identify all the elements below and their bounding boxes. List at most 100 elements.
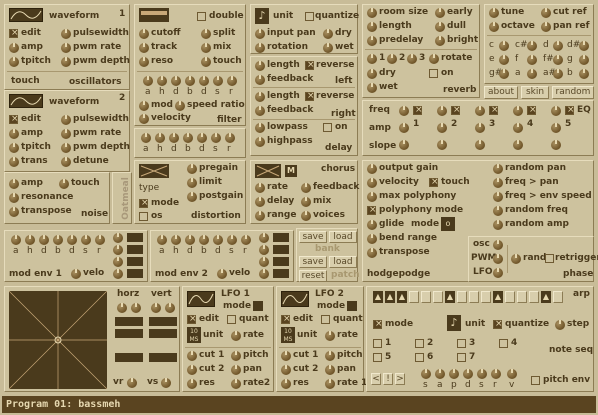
osc2-edit-checkbox[interactable] (9, 115, 19, 124)
noise-resonance-knob[interactable] (9, 193, 19, 203)
pitch-env-knob-p[interactable] (449, 369, 459, 379)
eq-band1-toggle[interactable] (413, 106, 423, 115)
lfo2-quant-checkbox[interactable] (321, 315, 330, 324)
osc2-amp-knob[interactable] (9, 129, 19, 139)
lfo2-pan-knob[interactable] (325, 365, 335, 375)
eq-band3-slope-knob[interactable] (475, 140, 485, 150)
fenv2-knob-a[interactable] (141, 133, 151, 143)
modenv2-dest3-selector[interactable] (273, 257, 289, 266)
distortion-type-display[interactable] (139, 164, 169, 178)
note-gs-knob[interactable] (499, 69, 509, 79)
reverb-bright-knob[interactable] (435, 36, 445, 46)
xy-vr-knob[interactable] (127, 378, 137, 388)
filter-env-knob-a[interactable] (143, 76, 153, 86)
lfo1-edit-checkbox[interactable] (187, 315, 197, 324)
reverb-room-size-knob[interactable] (367, 8, 377, 18)
distortion-pregain-knob[interactable] (187, 164, 197, 174)
chorus-type-display[interactable] (255, 164, 281, 178)
osc1-pwm-rate-knob[interactable] (61, 43, 71, 53)
reverb-early-knob[interactable] (435, 8, 445, 18)
distortion-limit-knob[interactable] (187, 178, 197, 188)
filter-reso-knob[interactable] (139, 57, 149, 67)
bend-range-knob[interactable] (367, 234, 377, 244)
note-e-knob[interactable] (499, 55, 509, 65)
modenv2-knob-a[interactable] (157, 235, 167, 245)
patch-save-button[interactable]: save (299, 256, 327, 268)
arp-step-3[interactable]: ▲ (397, 291, 407, 303)
lfo1-cut1-knob[interactable] (187, 351, 197, 361)
delay-feedback-left-knob[interactable] (255, 75, 265, 85)
xy-horz-dest-1[interactable] (115, 317, 143, 326)
patch-reset-button[interactable]: reset (299, 270, 327, 282)
lfo1-unit-display[interactable]: 10 MS (187, 327, 201, 343)
xy-vert-knob-1[interactable] (151, 303, 161, 313)
note-as-knob[interactable] (553, 69, 563, 79)
note-fs-knob[interactable] (553, 55, 563, 65)
delay-wet-knob[interactable] (323, 43, 333, 53)
note-ds-knob[interactable] (579, 41, 589, 51)
reverb-dry-knob[interactable] (367, 69, 377, 79)
osc2-pwm-rate-knob[interactable] (61, 129, 71, 139)
pitch-env-knob-r[interactable] (491, 369, 501, 379)
xy-horz-dest-2[interactable] (115, 329, 143, 338)
arp-seq-1-checkbox[interactable] (373, 339, 382, 348)
distortion-postgain-knob[interactable] (187, 192, 197, 202)
arp-seq-2-checkbox[interactable] (415, 339, 424, 348)
filter-mod-knob[interactable] (139, 101, 149, 111)
arp-mode-checkbox[interactable] (373, 320, 383, 329)
bank-save-button[interactable]: save (299, 231, 327, 243)
arp-seq-7-checkbox[interactable] (457, 353, 466, 362)
reverb-1-knob[interactable] (367, 54, 377, 64)
xy-vert-dest-3[interactable] (149, 353, 177, 362)
modenv1-dest1-knob[interactable] (113, 233, 123, 243)
filter-touch-knob[interactable] (201, 57, 211, 67)
arp-step-12[interactable] (505, 291, 515, 303)
arp-step-14[interactable] (529, 291, 539, 303)
chorus-range-knob[interactable] (255, 211, 265, 221)
arp-step-1[interactable]: ▲ (373, 291, 383, 303)
reverb-dull-knob[interactable] (435, 22, 445, 32)
osc2-detune-knob[interactable] (61, 157, 71, 167)
delay-dry-knob[interactable] (323, 29, 333, 39)
delay-highpass-knob[interactable] (255, 137, 265, 147)
eq-band2-toggle[interactable] (451, 106, 461, 115)
note-d-knob[interactable] (553, 41, 563, 51)
modenv1-knob-d2[interactable] (67, 235, 77, 245)
arp-step-10[interactable] (481, 291, 491, 303)
lfo1-rate-knob[interactable] (231, 331, 241, 341)
fenv2-knob-d2[interactable] (197, 133, 207, 143)
eq-band2-slope-knob[interactable] (437, 140, 447, 150)
fenv2-knob-b[interactable] (183, 133, 193, 143)
arp-prev-button[interactable]: < (371, 373, 381, 385)
pitch-env-checkbox[interactable] (531, 376, 540, 385)
modenv2-knob-d2[interactable] (213, 235, 223, 245)
modenv2-dest2-selector[interactable] (273, 245, 289, 254)
eq-band3-toggle[interactable] (489, 106, 499, 115)
random-amp-knob[interactable] (493, 220, 503, 230)
noise-transpose-knob[interactable] (9, 207, 19, 217)
max-polyphony-knob[interactable] (367, 192, 377, 202)
modenv2-velo-knob[interactable] (217, 269, 227, 279)
lfo2-waveform-display[interactable] (281, 291, 309, 307)
filter-env-knob-r[interactable] (227, 76, 237, 86)
filter-mix-knob[interactable] (201, 43, 211, 53)
modenv2-knob-d[interactable] (185, 235, 195, 245)
phase-rand-knob[interactable] (511, 254, 521, 264)
delay-lowpass-knob[interactable] (255, 123, 265, 133)
eq-band1-slope-knob[interactable] (399, 140, 409, 150)
modenv1-dest4-knob[interactable] (113, 269, 123, 279)
chorus-mix-knob[interactable] (301, 197, 311, 207)
osc1-edit-checkbox[interactable] (9, 29, 19, 38)
arp-step-2[interactable]: ▲ (385, 291, 395, 303)
eq-band1-freq-knob[interactable] (399, 106, 409, 116)
random-button[interactable]: random (552, 86, 594, 99)
phase-retrigger-checkbox[interactable] (545, 254, 554, 263)
modenv1-dest2-knob[interactable] (113, 245, 123, 255)
osc2-trans-knob[interactable] (9, 157, 19, 167)
phase-lfo-knob[interactable] (493, 268, 503, 278)
arp-step-9[interactable] (469, 291, 479, 303)
lfo2-edit-checkbox[interactable] (281, 315, 291, 324)
chorus-m-toggle[interactable]: M (285, 165, 297, 177)
modenv1-knob-h[interactable] (25, 235, 35, 245)
filter-env-knob-s[interactable] (213, 76, 223, 86)
